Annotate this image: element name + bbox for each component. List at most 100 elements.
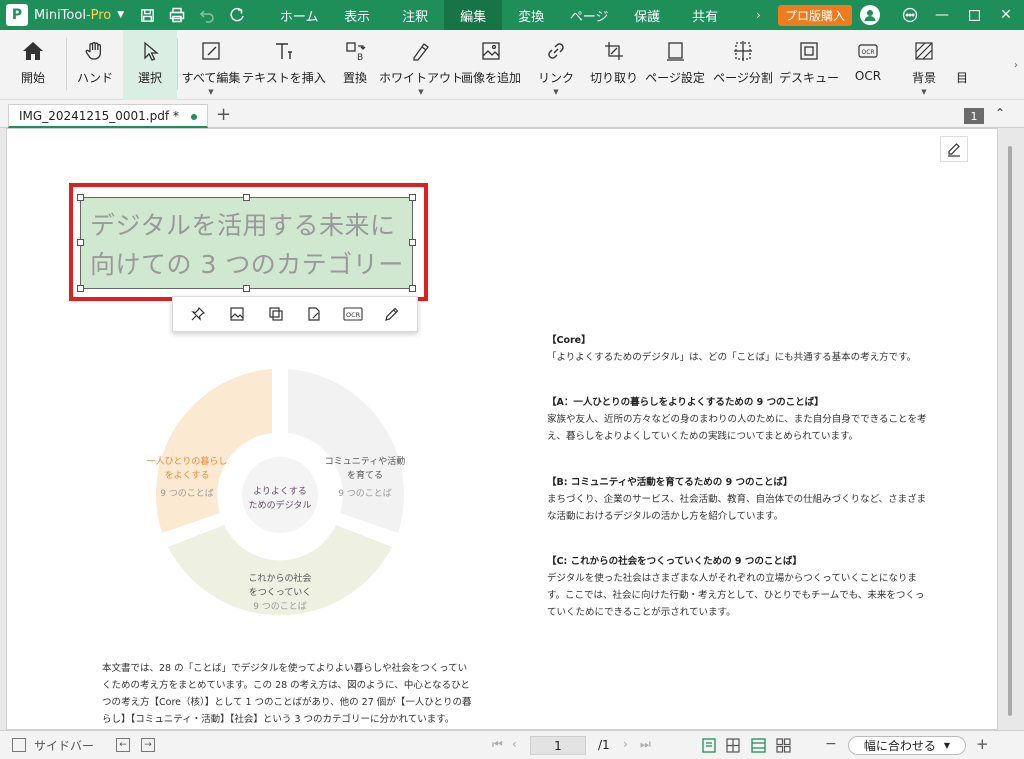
sidebar-label: サイドバー	[34, 738, 95, 753]
edit-pen-icon[interactable]	[940, 136, 968, 162]
previous-view-icon[interactable]: ←	[116, 738, 130, 752]
resize-handle[interactable]	[77, 194, 84, 201]
ribbon-label: 目	[955, 71, 968, 85]
vertical-scrollbar[interactable]	[1008, 146, 1012, 716]
edit-doc-icon[interactable]	[303, 303, 325, 325]
dropdown-arrow-icon[interactable]: ▼	[208, 88, 213, 96]
more-icon	[952, 38, 972, 64]
menu-convert[interactable]: 変換	[502, 0, 560, 30]
unsaved-indicator	[191, 114, 197, 120]
maximize-icon[interactable]	[958, 0, 990, 30]
section-body: 家族や友人、近所の方々などの身のまわりの人のために、また自分自身でできることを考…	[547, 414, 927, 442]
ribbon-background-button[interactable]: 背景 ▼	[896, 30, 952, 100]
ribbon-whiteout-button[interactable]: ホワイトアウト ▼	[379, 30, 463, 100]
chevron-right-icon[interactable]: ›	[756, 8, 768, 22]
ribbon-add-image-button[interactable]: 画像を追加	[456, 30, 526, 100]
intro-paragraph: 本文書では、28 の「ことば」でデジタルを使ってよりよい暮らしや社会をつくってい…	[102, 663, 472, 725]
menu-edit[interactable]: 編集	[444, 0, 503, 30]
ribbon-more-button[interactable]: 目	[952, 30, 972, 100]
resize-handle[interactable]	[77, 239, 84, 246]
resize-handle[interactable]	[77, 285, 84, 292]
whiteout-icon	[408, 38, 434, 64]
resize-handle[interactable]	[243, 194, 250, 201]
next-page-icon[interactable]: ›	[623, 737, 628, 751]
dropdown-arrow-icon[interactable]: ▼	[921, 88, 926, 96]
ribbon-ocr-button[interactable]: OCR OCR	[840, 30, 896, 100]
buy-pro-button[interactable]: プロ版購入	[777, 4, 852, 26]
section-a: 【A：一人ひとりの暮らしをよりよくするための 9 つのことば】 家族や友人、近所…	[547, 394, 927, 445]
two-page-view-icon[interactable]	[726, 738, 740, 753]
image-icon[interactable]	[226, 303, 248, 325]
ribbon-split-page-button[interactable]: ページ分割	[708, 30, 778, 100]
document-tab[interactable]: IMG_20241215_0001.pdf *	[8, 104, 208, 128]
selected-text-content[interactable]: デジタルを活用する未来に 向けての 3 つのカテゴリー	[90, 206, 410, 284]
collapse-ribbon-icon[interactable]: ⌃	[995, 106, 1005, 120]
ocr-icon: OCR	[855, 38, 881, 64]
grid-view-icon[interactable]	[776, 738, 791, 753]
ribbon-link-button[interactable]: リンク ▼	[526, 30, 586, 100]
zoom-out-icon[interactable]: −	[825, 736, 837, 752]
ribbon-crop-button[interactable]: 切り取り	[586, 30, 642, 100]
save-icon[interactable]	[138, 6, 156, 24]
app-name: MiniTool-Pro	[34, 8, 111, 23]
zoom-select[interactable]: 幅に合わせる ▼	[848, 736, 966, 755]
last-page-icon[interactable]: ⏭	[640, 737, 651, 752]
pen-icon[interactable]	[381, 303, 403, 325]
next-view-icon[interactable]: →	[141, 738, 155, 752]
menu-annotate[interactable]: 注釈	[386, 0, 444, 30]
continuous-view-icon[interactable]	[751, 738, 766, 753]
ribbon-label: ページ設定	[645, 71, 705, 85]
first-page-icon[interactable]: ⏮	[492, 737, 503, 752]
ribbon-start-button[interactable]: 開始	[0, 30, 66, 100]
dropdown-arrow-icon[interactable]: ▼	[553, 88, 558, 96]
ribbon-label: 背景	[911, 71, 936, 85]
edit-all-icon	[198, 38, 224, 64]
ribbon-edit-all-button[interactable]: すべて編集 ▼	[178, 30, 244, 100]
undo-icon[interactable]	[198, 6, 216, 24]
sidebar-toggle[interactable]: サイドバー	[12, 737, 94, 754]
replace-icon: B	[342, 38, 368, 64]
ribbon-page-setup-button[interactable]: ページ設定	[642, 30, 708, 100]
prev-page-icon[interactable]: ‹	[512, 737, 517, 751]
new-tab-button[interactable]: +	[216, 104, 231, 125]
menu-share[interactable]: 共有	[676, 0, 734, 30]
user-avatar-icon[interactable]	[860, 5, 880, 25]
ribbon-label: すべて編集	[181, 71, 241, 85]
ribbon-label: 置換	[342, 71, 367, 85]
ocr-icon[interactable]: OCR	[342, 303, 364, 325]
ribbon-deskew-button[interactable]: デスキュー	[778, 30, 840, 100]
segment-subtitle: 9 つのことば	[338, 489, 392, 499]
selection-toolbar: OCR	[172, 296, 418, 332]
app-menu-dropdown-icon[interactable]: ▼	[117, 10, 124, 20]
resize-handle[interactable]	[409, 239, 416, 246]
close-icon[interactable]: ✕	[990, 0, 1022, 30]
dropdown-arrow-icon[interactable]: ▼	[418, 88, 423, 96]
segment-title: をよくする	[164, 471, 210, 481]
print-icon[interactable]	[168, 6, 186, 24]
page-number-input[interactable]: 1	[530, 736, 586, 755]
ribbon-insert-text-button[interactable]: テキストを挿入	[242, 30, 326, 100]
menu-home[interactable]: ホーム	[270, 0, 328, 30]
split-page-icon	[730, 38, 756, 64]
resize-handle[interactable]	[243, 285, 250, 292]
document-tab-bar: IMG_20241215_0001.pdf * + 1 ⌃	[0, 100, 1024, 128]
copy-icon[interactable]	[265, 303, 287, 325]
ribbon-select-button[interactable]: 選択	[123, 30, 177, 100]
center-title: ためのデジタル	[248, 501, 312, 511]
menu-view[interactable]: 表示	[328, 0, 386, 30]
ribbon-label: リンク	[537, 71, 574, 85]
app-logo: P	[6, 4, 28, 26]
resize-handle[interactable]	[409, 194, 416, 201]
pin-icon[interactable]	[187, 303, 209, 325]
ribbon-replace-button[interactable]: B 置換	[324, 30, 386, 100]
resize-handle[interactable]	[409, 285, 416, 292]
minimize-icon[interactable]: —	[926, 0, 958, 30]
feedback-icon[interactable]	[894, 0, 926, 30]
ribbon-scroll-right-icon[interactable]: ›	[1008, 30, 1024, 100]
menu-protect[interactable]: 保護	[618, 0, 676, 30]
menu-page[interactable]: ページ	[560, 0, 618, 30]
ribbon-hand-button[interactable]: ハンド	[67, 30, 123, 100]
zoom-in-icon[interactable]: +	[976, 735, 989, 753]
single-page-view-icon[interactable]	[702, 738, 716, 753]
redo-icon[interactable]	[228, 6, 246, 24]
